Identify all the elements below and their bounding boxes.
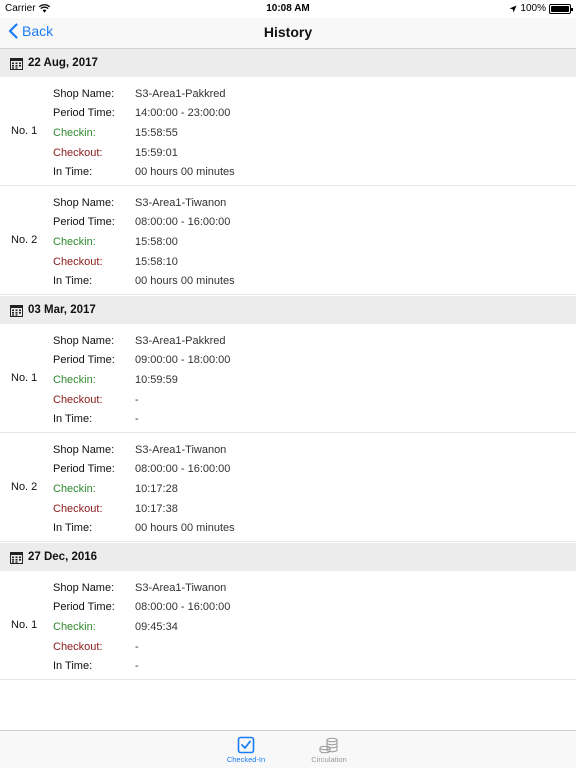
checkout-value: - (135, 640, 139, 653)
in-time-label: In Time: (53, 522, 93, 535)
checkin-value: 15:58:55 (135, 126, 178, 139)
period-time-value: 08:00:00 - 16:00:00 (135, 216, 231, 229)
period-time-label: Period Time: (53, 463, 115, 476)
period-time-label: Period Time: (53, 107, 115, 120)
period-time-value: 09:00:00 - 18:00:00 (135, 354, 231, 367)
checkin-label: Checkin: (53, 126, 96, 139)
entry-details: Shop Name: S3-Area1-Tiwanon Period Time: 0… (53, 193, 235, 291)
checkin-value: 09:45:34 (135, 620, 178, 633)
history-entry[interactable]: No. 2 Shop Name: S3-Area1-Tiwanon Period … (0, 433, 576, 542)
checkout-label: Checkout: (53, 255, 103, 268)
entry-details: Shop Name: S3-Area1-Pakkred Period Time: 0… (53, 331, 230, 429)
tab-circulation[interactable]: Circulation (299, 735, 359, 764)
shop-name-value: S3-Area1-Tiwanon (135, 196, 227, 209)
in-time-label: In Time: (53, 660, 93, 673)
entry-number: No. 1 (11, 619, 38, 631)
checkout-value: 10:17:38 (135, 502, 178, 515)
checkin-value: 10:17:28 (135, 482, 178, 495)
entry-details: Shop Name: S3-Area1-Pakkred Period Time: 1… (53, 84, 235, 182)
battery-percent: 100% (520, 3, 546, 14)
section-header: 27 Dec, 2016 (0, 543, 576, 571)
section-header: 22 Aug, 2017 (0, 49, 576, 77)
navigation-bar: Back History (0, 18, 576, 49)
checkout-label: Checkout: (53, 640, 103, 653)
tab-bar: Checked-In Circulation (0, 730, 576, 768)
location-arrow-icon (509, 5, 517, 12)
period-time-value: 14:00:00 - 23:00:00 (135, 107, 231, 120)
coins-icon (319, 737, 338, 754)
section-date: 27 Dec, 2016 (28, 551, 98, 563)
checkin-label: Checkin: (53, 235, 96, 248)
checkin-value: 10:59:59 (135, 373, 178, 386)
section-date: 03 Mar, 2017 (28, 304, 96, 316)
checkin-label: Checkin: (53, 482, 96, 495)
battery-icon (549, 3, 573, 14)
entry-number: No. 2 (11, 481, 38, 493)
checkout-value: 15:58:10 (135, 255, 178, 268)
entry-number: No. 2 (11, 234, 38, 246)
shop-name-label: Shop Name: (53, 443, 115, 456)
shop-name-label: Shop Name: (53, 87, 115, 100)
period-time-label: Period Time: (53, 354, 115, 367)
in-time-label: In Time: (53, 413, 93, 426)
in-time-value: - (135, 413, 139, 426)
status-bar: Carrier 10:08 AM 100% (0, 0, 576, 18)
in-time-value: 00 hours 00 minutes (135, 522, 235, 535)
in-time-value: 00 hours 00 minutes (135, 275, 235, 288)
period-time-label: Period Time: (53, 216, 115, 229)
period-time-value: 08:00:00 - 16:00:00 (135, 463, 231, 476)
calendar-icon (10, 304, 23, 317)
tab-label: Checked-In (226, 755, 266, 764)
calendar-icon (10, 57, 23, 70)
in-time-label: In Time: (53, 166, 93, 179)
shop-name-value: S3-Area1-Pakkred (135, 87, 226, 100)
checkin-label: Checkin: (53, 373, 96, 386)
section-date: 22 Aug, 2017 (28, 57, 98, 69)
shop-name-value: S3-Area1-Tiwanon (135, 443, 227, 456)
status-right: 100% (509, 3, 573, 14)
page-title: History (263, 24, 313, 40)
checkin-value: 15:58:00 (135, 235, 178, 248)
checkout-value: - (135, 393, 139, 406)
section-header: 03 Mar, 2017 (0, 296, 576, 324)
in-time-value: - (135, 660, 139, 673)
tab-checked-in[interactable]: Checked-In (216, 735, 276, 764)
shop-name-label: Shop Name: (53, 334, 115, 347)
history-list[interactable]: 22 Aug, 2017 No. 1 Shop Name: S3-Area1-Pa… (0, 49, 576, 730)
checkout-label: Checkout: (53, 502, 103, 515)
checkin-label: Checkin: (53, 620, 96, 633)
history-entry[interactable]: No. 1 Shop Name: S3-Area1-Pakkred Period … (0, 324, 576, 433)
calendar-icon (10, 551, 23, 564)
history-entry[interactable]: No. 2 Shop Name: S3-Area1-Tiwanon Period … (0, 186, 576, 295)
checkout-label: Checkout: (53, 146, 103, 159)
shop-name-label: Shop Name: (53, 196, 115, 209)
period-time-label: Period Time: (53, 601, 115, 614)
checkout-value: 15:59:01 (135, 146, 178, 159)
entry-details: Shop Name: S3-Area1-Tiwanon Period Time: 0… (53, 440, 235, 538)
shop-name-label: Shop Name: (53, 581, 115, 594)
entry-details: Shop Name: S3-Area1-Tiwanon Period Time: 0… (53, 578, 230, 676)
in-time-label: In Time: (53, 275, 93, 288)
in-time-value: 00 hours 00 minutes (135, 166, 235, 179)
shop-name-value: S3-Area1-Tiwanon (135, 581, 227, 594)
checkbox-icon (237, 736, 255, 754)
entry-number: No. 1 (11, 372, 38, 384)
period-time-value: 08:00:00 - 16:00:00 (135, 601, 231, 614)
history-entry[interactable]: No. 1 Shop Name: S3-Area1-Pakkred Period … (0, 77, 576, 186)
entry-number: No. 1 (11, 125, 38, 137)
checkout-label: Checkout: (53, 393, 103, 406)
tab-label: Circulation (311, 755, 347, 764)
shop-name-value: S3-Area1-Pakkred (135, 334, 226, 347)
history-entry[interactable]: No. 1 Shop Name: S3-Area1-Tiwanon Period … (0, 571, 576, 680)
status-time: 10:08 AM (266, 3, 310, 14)
